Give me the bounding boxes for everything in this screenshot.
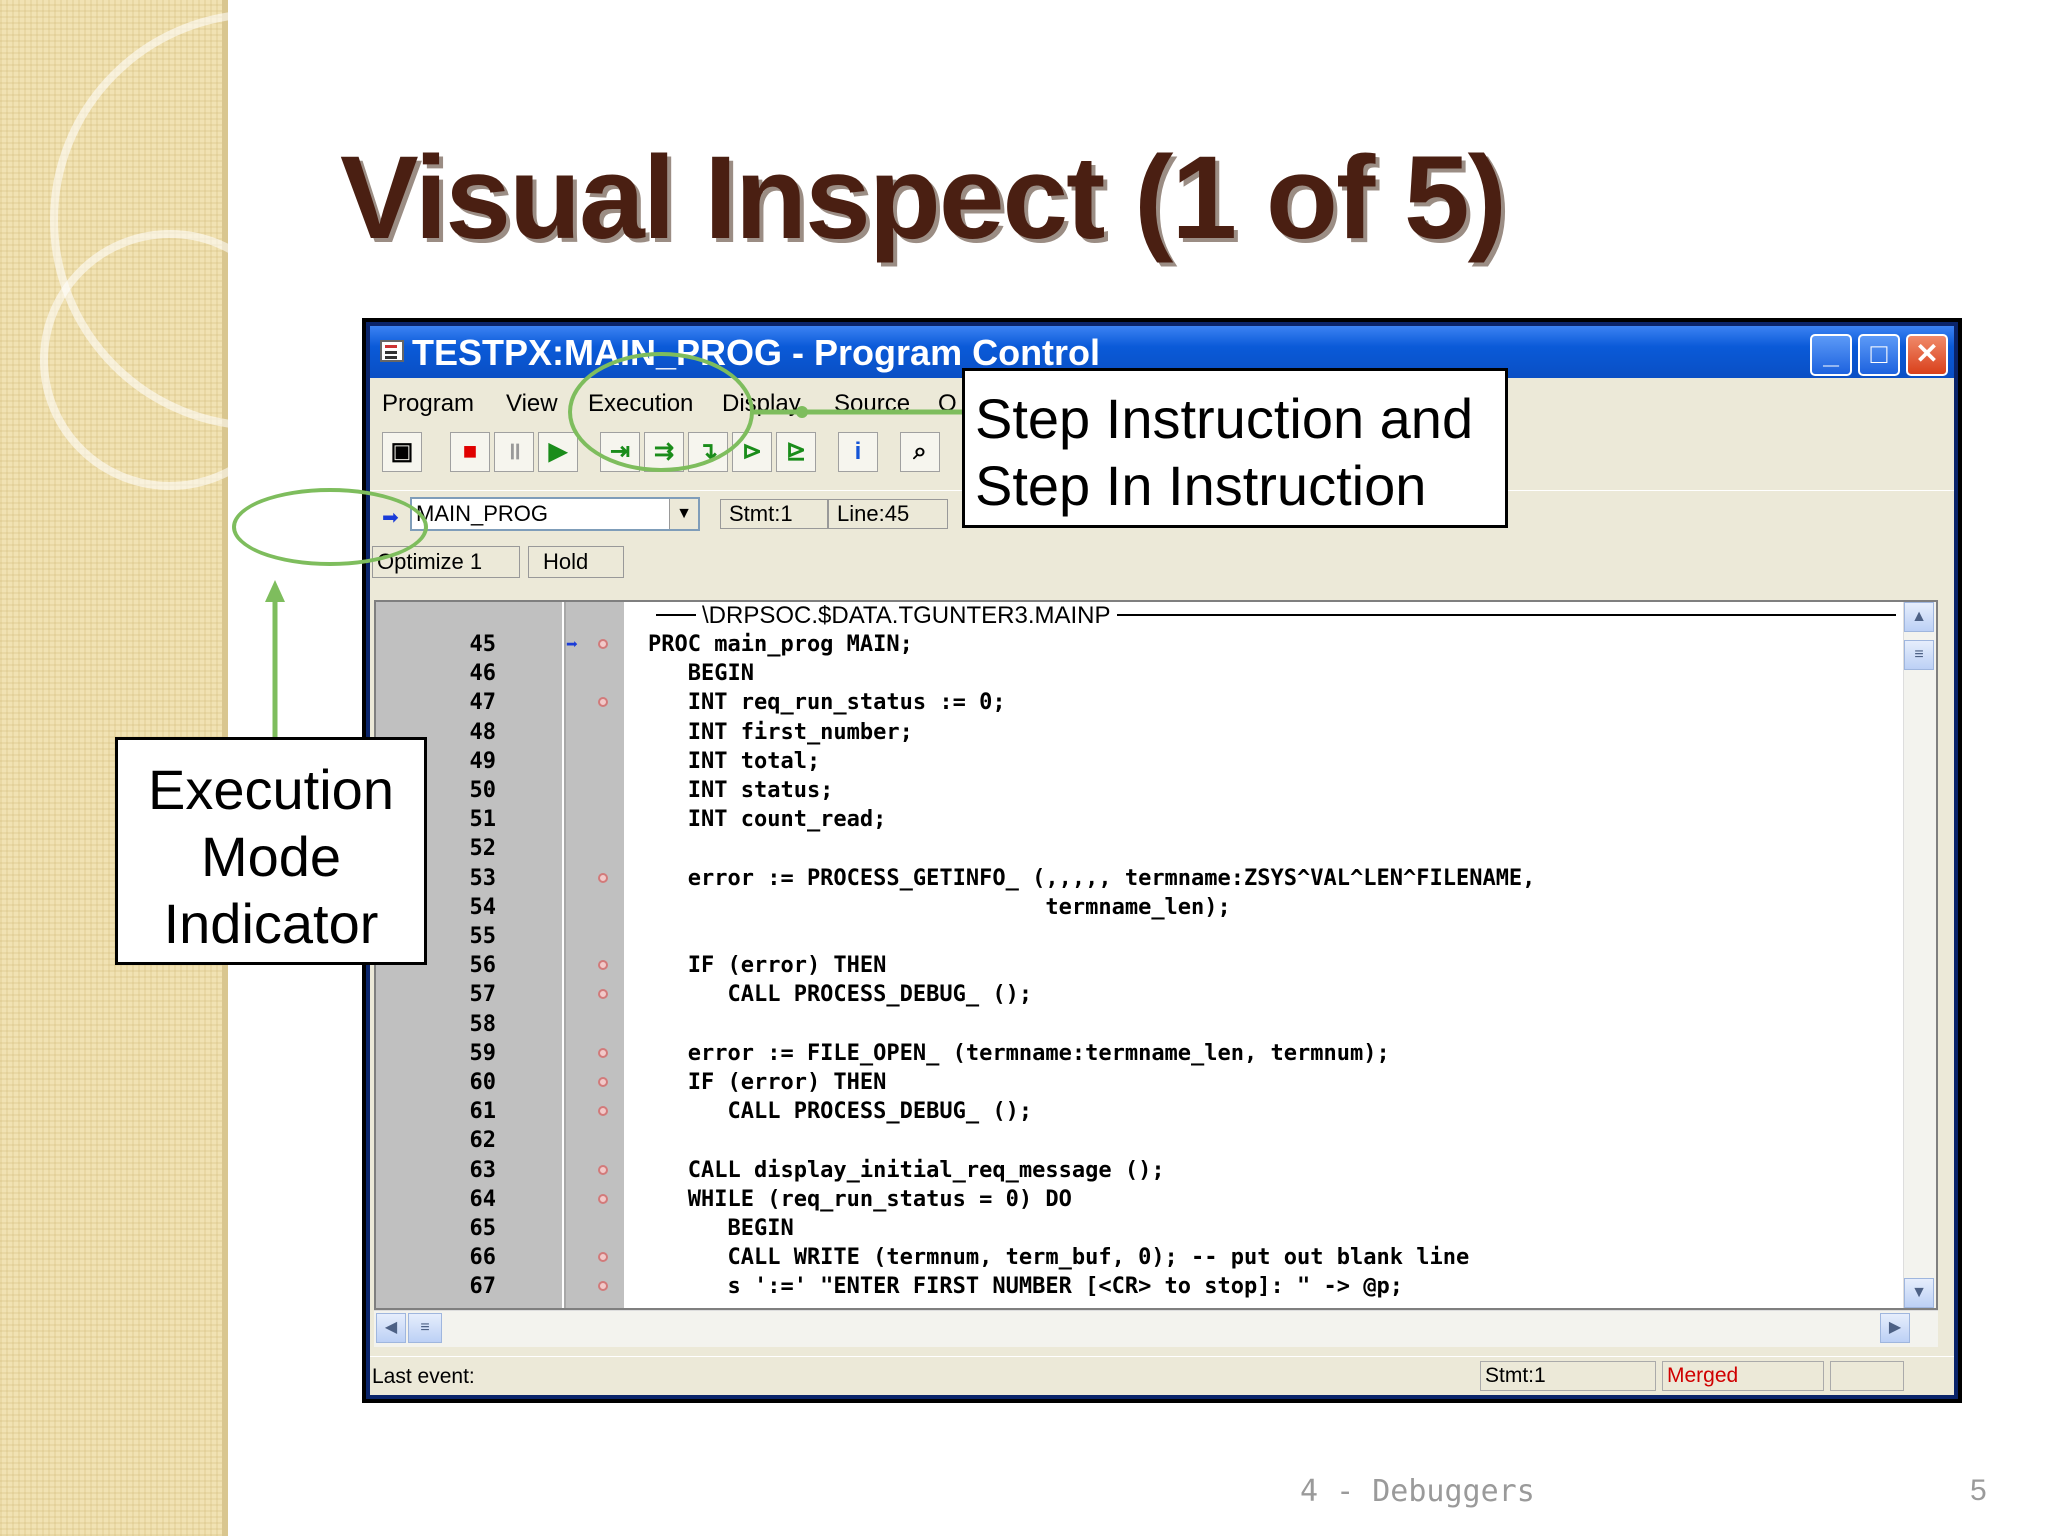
page-number: 5 — [1970, 1474, 1987, 1507]
execution-mode-callout: Execution Mode Indicator — [115, 737, 427, 965]
slide-footer: 4 - Debuggers — [1300, 1474, 1535, 1509]
arrow-head — [265, 580, 285, 602]
step-instruction-callout: Step Instruction and Step In Instruction — [962, 368, 1508, 528]
connector-dot — [796, 406, 808, 418]
